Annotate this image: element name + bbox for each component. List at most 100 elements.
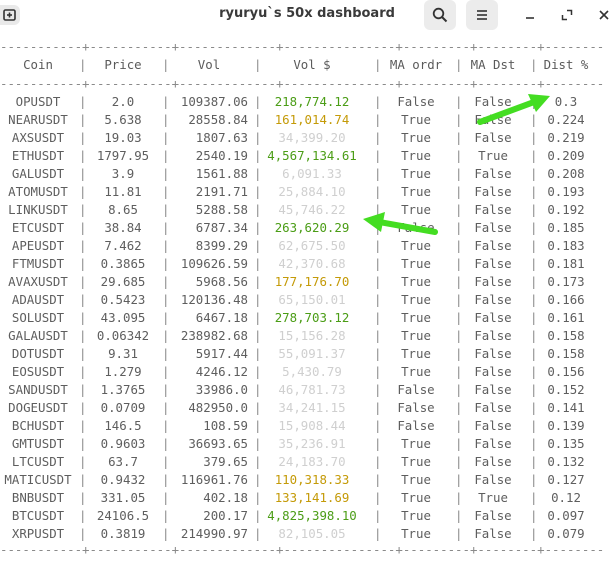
column-divider: | — [162, 274, 170, 289]
ma-ordr-cell: True — [401, 130, 431, 145]
dist-cell: 0.166 — [547, 292, 585, 307]
vol-cell: 200.17 — [203, 508, 248, 523]
ma-dst-cell: False — [474, 310, 512, 325]
table-border-bottom: -----------+-----------+-------------+--… — [0, 542, 605, 557]
vol-cell: 109626.59 — [180, 256, 248, 271]
column-divider: | — [162, 112, 170, 127]
coin-cell: SOLUSDT — [11, 310, 65, 325]
vol-usd-cell: 6,091.33 — [282, 166, 342, 181]
coin-cell: ETHUSDT — [11, 148, 65, 163]
table-row: AXSUSDT | 19.03 | 1807.63 | 34,399.20 | True | Fal… — [0, 129, 614, 147]
column-divider: | — [162, 490, 170, 505]
dist-cell: 0.192 — [547, 202, 585, 217]
ma-dst-cell: False — [474, 346, 512, 361]
column-divider: | — [162, 256, 170, 271]
column-divider: | — [162, 130, 170, 145]
price-cell: 0.06342 — [96, 328, 150, 343]
dist-cell: 0.183 — [547, 238, 585, 253]
column-divider: | — [162, 310, 170, 325]
price-cell: 0.0709 — [100, 400, 146, 415]
price-cell: 8.65 — [108, 202, 138, 217]
close-button[interactable] — [592, 0, 614, 30]
ma-ordr-cell: True — [401, 292, 431, 307]
price-cell: 63.7 — [108, 454, 138, 469]
coin-cell: DOTUSDT — [11, 346, 65, 361]
vol-cell: 1807.63 — [195, 130, 248, 145]
vol-usd-cell: 45,746.22 — [278, 202, 346, 217]
ma-ordr-cell: True — [401, 256, 431, 271]
ma-dst-cell: False — [474, 382, 512, 397]
table-row: FTMUSDT | 0.3865 | 109626.59 | 42,370.68 | True |… — [0, 255, 614, 273]
column-divider: | — [162, 346, 170, 361]
vol-usd-cell: 161,014.74 — [274, 112, 350, 127]
ma-ordr-cell: False — [397, 382, 435, 397]
price-cell: 43.095 — [100, 310, 146, 325]
price-cell: 331.05 — [100, 490, 146, 505]
coin-cell: SANDUSDT — [8, 382, 68, 397]
vol-usd-cell: 110,318.33 — [274, 472, 350, 487]
vol-cell: 5968.56 — [195, 274, 248, 289]
dist-cell: 0.141 — [547, 400, 585, 415]
table-row: APEUSDT | 7.462 | 8399.29 | 62,675.50 | True | Fal… — [0, 237, 614, 255]
dist-cell: 0.193 — [547, 184, 585, 199]
table-row: ETCUSDT|38.84|6787.34|263,620.29|False|F… — [0, 219, 614, 237]
vol-cell: 2191.71 — [195, 184, 248, 199]
header-ma-dst: MA Dst — [470, 57, 516, 72]
table-row: SANDUSDT | 1.3765 | 33986.0 | 46,781.73 | False |… — [0, 381, 614, 399]
vol-cell: 33986.0 — [195, 382, 248, 397]
maximize-icon — [561, 9, 573, 21]
maximize-button[interactable] — [555, 0, 579, 30]
ma-ordr-cell: True — [401, 436, 431, 451]
vol-usd-cell: 218,774.12 — [274, 94, 350, 109]
table-header-row: Coin | Price | Vol | Vol $ | MA ordr | M… — [0, 56, 614, 74]
table-row: AVAXUSDT | 29.685 | 5968.56 | 177,176.70 | True |… — [0, 273, 614, 291]
ma-dst-cell: False — [474, 364, 512, 379]
dist-cell: 0.185 — [547, 220, 585, 235]
vol-usd-cell: 278,703.12 — [274, 310, 350, 325]
table-row: MATICUSDT | 0.9432 | 116961.76 | 110,318.33 | Tr… — [0, 471, 614, 489]
column-divider: | — [162, 382, 170, 397]
column-divider: | — [162, 454, 170, 469]
vol-cell: 6787.34 — [195, 220, 248, 235]
ma-dst-cell: False — [474, 472, 512, 487]
dist-cell: 0.158 — [547, 328, 585, 343]
column-divider: | — [162, 364, 170, 379]
dist-cell: 0.156 — [547, 364, 585, 379]
dist-cell: 0.097 — [547, 508, 585, 523]
price-cell: 11.81 — [104, 184, 142, 199]
ma-ordr-cell: True — [401, 472, 431, 487]
ma-dst-cell: False — [474, 130, 512, 145]
price-cell: 1.279 — [104, 364, 142, 379]
column-divider: | — [162, 94, 170, 109]
ma-dst-cell: False — [474, 220, 512, 235]
column-divider: | — [162, 148, 170, 163]
ma-ordr-cell: True — [401, 310, 431, 325]
ma-ordr-cell: True — [401, 508, 431, 523]
coin-cell: BTCUSDT — [11, 508, 65, 523]
menu-button[interactable] — [466, 0, 498, 30]
ma-dst-cell: False — [474, 436, 512, 451]
ma-dst-cell: False — [474, 184, 512, 199]
vol-cell: 109387.06 — [180, 94, 248, 109]
table-row: ETHUSDT | 1797.95 | 2540.19 | 4,567,134.61 | Tru… — [0, 147, 614, 165]
ma-dst-cell: False — [474, 328, 512, 343]
price-cell: 2.0 — [111, 94, 135, 109]
ma-ordr-cell: True — [401, 148, 431, 163]
coin-cell: OPUSDT — [15, 94, 61, 109]
annotation-arrow-dist — [477, 94, 550, 125]
minimize-button[interactable] — [518, 0, 542, 30]
search-button[interactable] — [424, 0, 456, 30]
vol-cell: 120136.48 — [180, 292, 248, 307]
coin-cell: ATOMUSDT — [8, 184, 68, 199]
ma-ordr-cell: False — [397, 400, 435, 415]
header-coin: Coin — [23, 57, 53, 72]
table-row: LTCUSDT | 63.7 | 379.65 | 24,183.70 | True | False… — [0, 453, 614, 471]
price-cell: 3.9 — [111, 166, 135, 181]
price-cell: 5.638 — [104, 112, 142, 127]
table-row: SOLUSDT | 43.095 | 6467.18 | 278,703.12 | True | F… — [0, 309, 614, 327]
dist-cell: 0.139 — [547, 418, 585, 433]
price-cell: 0.5423 — [100, 292, 146, 307]
ma-ordr-cell: True — [401, 490, 431, 505]
dist-cell: 0.181 — [547, 256, 585, 271]
hamburger-menu-icon — [477, 10, 487, 20]
